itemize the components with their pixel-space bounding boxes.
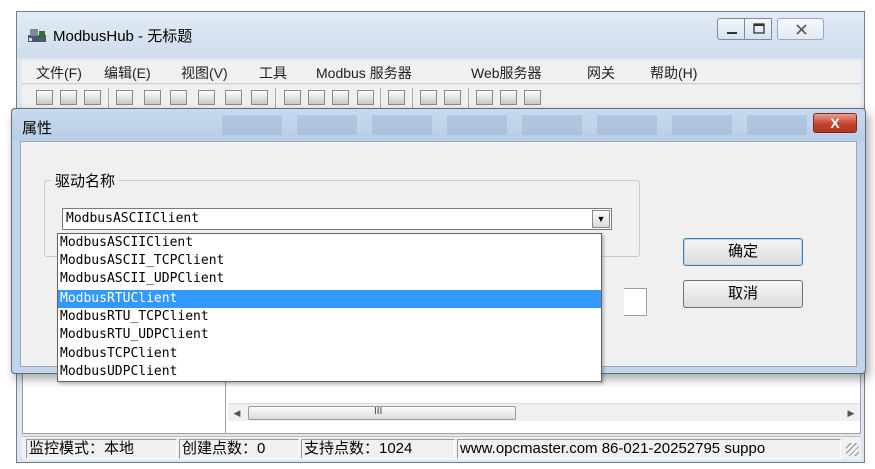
- status-mode: 监控模式：本地: [26, 439, 177, 459]
- dialog-titlebar[interactable]: 属性 X: [12, 109, 865, 141]
- minimize-icon: [727, 32, 737, 34]
- run-icon[interactable]: [420, 90, 437, 105]
- menu-modbus-server[interactable]: Modbus 服务器: [316, 63, 412, 83]
- menu-help[interactable]: 帮助(H): [650, 63, 697, 83]
- menu-web-server[interactable]: Web服务器: [471, 63, 542, 83]
- app-title: ModbusHub - 无标题: [53, 28, 193, 45]
- menu-tools[interactable]: 工具: [259, 63, 287, 83]
- app-icon: [28, 29, 46, 42]
- export-icon[interactable]: [524, 90, 541, 105]
- dropdown-option[interactable]: ModbusASCII_UDPClient: [58, 270, 601, 288]
- toolbar-separator: [412, 88, 413, 109]
- scroll-right-icon[interactable]: ▶: [844, 406, 858, 420]
- scroll-left-icon[interactable]: ◀: [230, 406, 244, 420]
- horizontal-scrollbar[interactable]: ◀ III ▶: [228, 403, 860, 421]
- stop-icon[interactable]: [444, 90, 461, 105]
- status-created-points: 创建点数：0: [179, 439, 299, 459]
- tag-icon[interactable]: [225, 90, 242, 105]
- tree-pane[interactable]: [23, 373, 226, 433]
- status-supported-points: 支持点数：1024: [301, 439, 455, 459]
- ok-button[interactable]: 确定: [683, 238, 803, 266]
- maximize-icon: [753, 23, 765, 34]
- add-device-icon[interactable]: [116, 90, 133, 105]
- paste-icon[interactable]: [332, 90, 349, 105]
- toolbar-separator: [468, 88, 469, 109]
- chart-icon[interactable]: [388, 90, 405, 105]
- cut-icon[interactable]: [284, 90, 301, 105]
- main-titlebar[interactable]: ModbusHub - 无标题: [17, 12, 864, 58]
- toolbar-separator: [275, 88, 276, 109]
- menu-edit[interactable]: 编辑(E): [104, 63, 151, 83]
- dropdown-arrow-icon[interactable]: ▼: [592, 210, 610, 228]
- scroll-grip: III: [374, 406, 383, 417]
- dropdown-option[interactable]: ModbusTCPClient: [58, 345, 601, 363]
- menu-file[interactable]: 文件(F): [36, 63, 82, 83]
- dropdown-option[interactable]: ModbusRTU_UDPClient: [58, 326, 601, 344]
- properties-icon[interactable]: [251, 90, 268, 105]
- dialog-close-button[interactable]: X: [813, 113, 857, 133]
- dialog-title: 属性: [22, 120, 53, 137]
- table-icon[interactable]: [170, 90, 187, 105]
- dropdown-option[interactable]: ModbusRTUClient: [58, 290, 601, 308]
- dropdown-option[interactable]: ModbusASCIIClient: [58, 234, 601, 252]
- delete-icon[interactable]: [357, 90, 374, 105]
- close-button[interactable]: [777, 18, 824, 40]
- open-icon[interactable]: [60, 90, 77, 105]
- add-group-icon[interactable]: [144, 90, 161, 105]
- config-icon[interactable]: [476, 90, 493, 105]
- menu-gateway[interactable]: 网关: [587, 63, 615, 83]
- dropdown-option[interactable]: ModbusRTU_TCPClient: [58, 308, 601, 326]
- group-label: 驱动名称: [51, 170, 120, 191]
- copy-icon[interactable]: [308, 90, 325, 105]
- combo-value: ModbusASCIIClient: [66, 211, 200, 226]
- dropdown-option[interactable]: ModbusASCII_TCPClient: [58, 252, 601, 270]
- toolbar-separator: [380, 88, 381, 109]
- minimize-button[interactable]: [717, 18, 745, 40]
- resize-grip-icon[interactable]: [846, 443, 859, 456]
- text-field[interactable]: [624, 288, 647, 316]
- driver-dropdown-list[interactable]: ModbusASCIIClient ModbusASCII_TCPClient …: [57, 233, 602, 382]
- background-tabs: [222, 115, 822, 135]
- new-icon[interactable]: [36, 90, 53, 105]
- close-icon: [796, 24, 807, 35]
- tool-icon[interactable]: [198, 90, 215, 105]
- load-icon[interactable]: [500, 90, 517, 105]
- driver-name-combobox[interactable]: ModbusASCIIClient ▼: [62, 208, 612, 230]
- maximize-button[interactable]: [744, 18, 772, 40]
- menubar: 文件(F) 编辑(E) 视图(V) 工具 Modbus 服务器 Web服务器 网…: [22, 60, 861, 84]
- statusbar: 监控模式：本地 创建点数：0 支持点数：1024 www.opcmaster.c…: [22, 436, 861, 460]
- status-contact-info: www.opcmaster.com 86-021-20252795 suppo: [457, 439, 841, 459]
- menu-view[interactable]: 视图(V): [181, 63, 228, 83]
- dropdown-option[interactable]: ModbusUDPClient: [58, 363, 601, 381]
- cancel-button[interactable]: 取消: [683, 280, 803, 308]
- toolbar-separator: [108, 88, 109, 109]
- scroll-thumb[interactable]: III: [248, 406, 516, 420]
- save-icon[interactable]: [84, 90, 101, 105]
